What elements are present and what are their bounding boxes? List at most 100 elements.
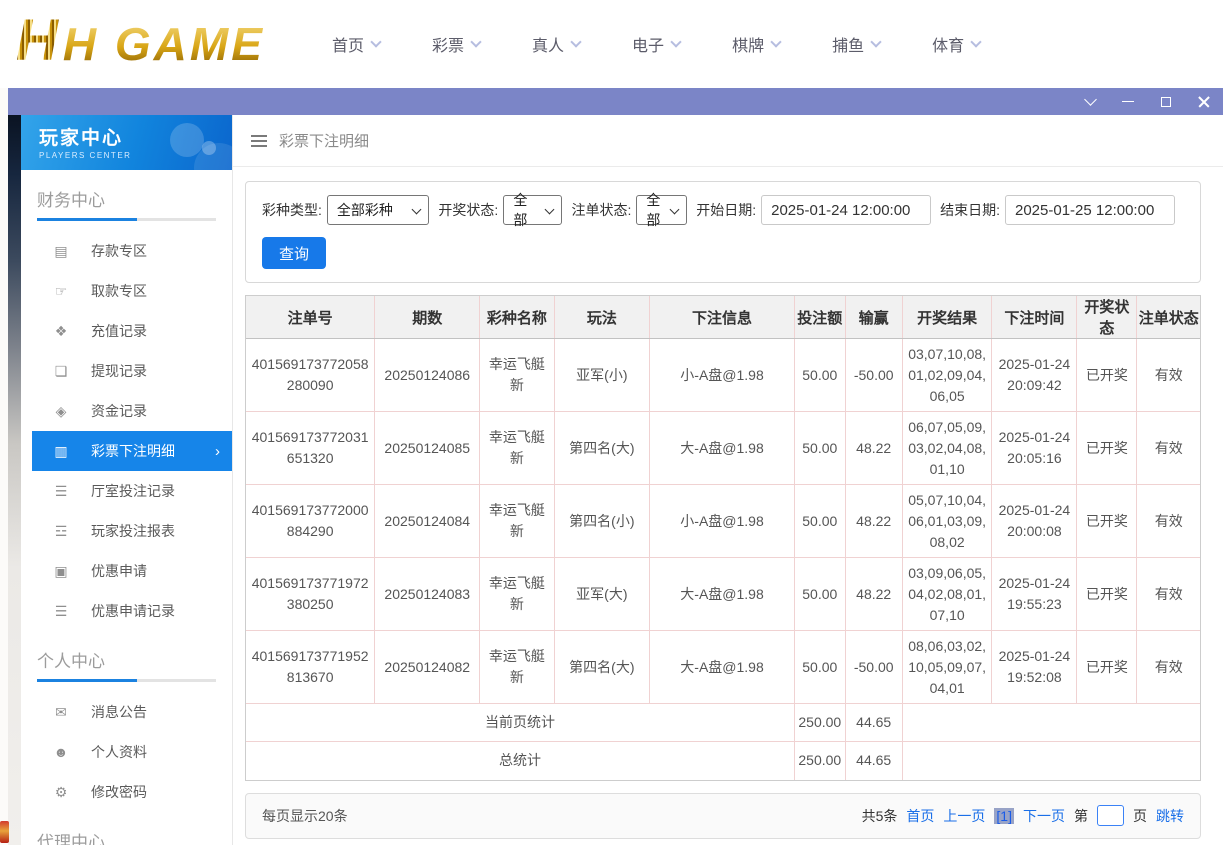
deposit-card-icon: ▤ [54,242,68,259]
wallet-icon: ❏ [54,362,68,379]
table-cell: 幸运飞艇新 [479,630,555,704]
table-cell: 2025-01-24 19:52:08 [991,630,1078,704]
chevron-down-icon [770,36,782,48]
chevron-right-icon: › [215,442,220,460]
report-chart-icon: ☲ [54,522,68,539]
end-date-input[interactable] [1005,195,1175,225]
chevron-down-icon [870,36,882,48]
withdraw-hand-icon: ☞ [54,282,68,299]
table-cell: 已开奖 [1076,484,1138,558]
column-header: 注单号 [246,296,376,339]
next-page-link[interactable]: 下一页 [1023,806,1065,826]
nav-item-home[interactable]: 首页 [332,32,382,56]
sidebar-item-label: 优惠申请 [91,563,147,579]
sidebar-menu: 财务中心 ▤ 存款专区 ☞ 取款专区 ❖ 充值记录 ❏ 提现记录 ◈ 资金记录 ▥ 彩票下注明细 › ☰ 厅室… [21,186,232,845]
search-button[interactable]: 查询 [262,237,327,269]
sidebar-item-change-password[interactable]: ⚙ 修改密码 [32,772,232,812]
sidebar-item-withdraw-zone[interactable]: ☞ 取款专区 [32,271,232,311]
close-button[interactable] [1185,88,1223,115]
hamburger-menu-icon[interactable] [251,134,267,147]
prev-page-link[interactable]: 上一页 [943,806,985,826]
chevron-down-icon [470,36,482,48]
start-date-input[interactable] [761,195,932,225]
section-underline [37,218,216,221]
table-cell: 已开奖 [1076,630,1138,704]
column-header: 彩种名称 [479,296,555,339]
column-header: 下注信息 [649,296,796,339]
brand-logo-text: H GAME [62,18,265,70]
summary-win-loss: 44.65 [845,741,903,780]
table-cell: -50.00 [845,338,903,412]
sidebar-item-profile[interactable]: ☻ 个人资料 [32,732,232,772]
nav-item-live[interactable]: 真人 [532,32,582,56]
table-cell: 大-A盘@1.98 [649,630,796,704]
bet-status-value: 全部 [646,192,661,228]
current-page-indicator: [1] [994,807,1014,824]
column-header: 投注额 [794,296,846,339]
jump-page-input[interactable] [1097,805,1124,827]
table-cell: 20250124086 [374,338,481,412]
gift-icon: ▣ [54,562,68,579]
sidebar-item-lottery-bet-details[interactable]: ▥ 彩票下注明细 › [32,431,232,471]
nav-item-board-games[interactable]: 棋牌 [732,32,782,56]
sidebar-item-funds-records[interactable]: ◈ 资金记录 [32,391,232,431]
pagination-bar: 每页显示20条 共5条 首页 上一页 [1] 下一页 第 页 跳转 [245,792,1201,839]
table-cell: 2025-01-24 20:09:42 [991,338,1078,412]
jump-prefix-text: 第 [1074,807,1088,824]
table-cell: 05,07,10,04,06,01,03,09,08,02 [902,484,993,558]
table-cell: 48.22 [845,411,903,485]
table-cell: 大-A盘@1.98 [649,411,796,485]
sidebar-item-withdrawal-records[interactable]: ❏ 提现记录 [32,351,232,391]
nav-item-lottery[interactable]: 彩票 [432,32,482,56]
bet-detail-icon: ▥ [54,442,68,459]
first-page-link[interactable]: 首页 [906,806,934,826]
bell-icon: ✉ [55,703,67,720]
table-cell: 401569173771952813670 [246,630,376,704]
sidebar-item-label: 彩票下注明细 [91,443,175,459]
sidebar-item-label: 玩家投注报表 [91,523,175,539]
table-cell: 亚军(小) [554,338,651,412]
sidebar-item-deposit-zone[interactable]: ▤ 存款专区 [32,231,232,271]
sidebar-item-player-bet-report[interactable]: ☲ 玩家投注报表 [32,511,232,551]
sidebar-item-messages[interactable]: ✉ 消息公告 [32,692,232,732]
page-title: 彩票下注明细 [279,133,370,150]
column-header: 期数 [374,296,481,339]
end-date-label: 结束日期: [940,202,1000,218]
draw-status-select[interactable]: 全部 [503,192,563,228]
bet-status-select[interactable]: 全部 [636,192,688,228]
desktop-icon-sliver [0,821,9,843]
nav-item-slots[interactable]: 电子 [632,32,682,56]
table-cell: 401569173771972380250 [246,557,376,631]
sidebar-item-hall-bet-records[interactable]: ☰ 厅室投注记录 [32,471,232,511]
sidebar-item-label: 消息公告 [91,704,147,720]
nav-item-label: 首页 [332,38,365,55]
sidebar-item-label: 提现记录 [91,363,147,379]
lottery-type-select[interactable]: 全部彩种 [326,195,430,225]
minimize-icon [1122,100,1134,103]
desktop-left-column [0,115,8,845]
summary-empty [902,703,1200,742]
table-row: 401569173771952813670 20250124082 幸运飞艇新 第四名… [246,630,1200,704]
minimize-button[interactable] [1109,88,1147,115]
maximize-button[interactable] [1147,88,1185,115]
top-site-bar: H H GAME 首页 彩票 真人 电子 棋牌 捕鱼 体育 [0,0,1223,88]
sidebar-item-label: 厅室投注记录 [91,483,175,499]
table-cell: 03,09,06,05,04,02,08,01,07,10 [902,557,993,631]
nav-item-sports[interactable]: 体育 [932,32,982,56]
jump-button[interactable]: 跳转 [1156,806,1184,826]
table-cell: 2025-01-24 20:00:08 [991,484,1078,558]
summary-empty [902,742,1200,780]
sidebar-item-recharge-records[interactable]: ❖ 充值记录 [32,311,232,351]
nav-item-fishing[interactable]: 捕鱼 [832,32,882,56]
sidebar-item-promo-apply-records[interactable]: ☰ 优惠申请记录 [32,591,232,631]
table-cell: 小-A盘@1.98 [649,338,796,412]
sidebar: 玩家中心 PLAYERS CENTER 财务中心 ▤ 存款专区 ☞ 取款专区 ❖ 充值记录 ❏… [21,115,233,845]
summary-row: 总统计 250.00 44.65 [246,741,1200,780]
desktop-background-strip [8,115,21,845]
draw-status-label: 开奖状态: [438,202,499,218]
chevron-down-button[interactable] [1071,88,1109,115]
summary-label: 当前页统计 [246,703,796,742]
chevron-down-icon [570,36,582,48]
sidebar-item-promo-apply[interactable]: ▣ 优惠申请 [32,551,232,591]
table-cell: 有效 [1136,484,1200,558]
